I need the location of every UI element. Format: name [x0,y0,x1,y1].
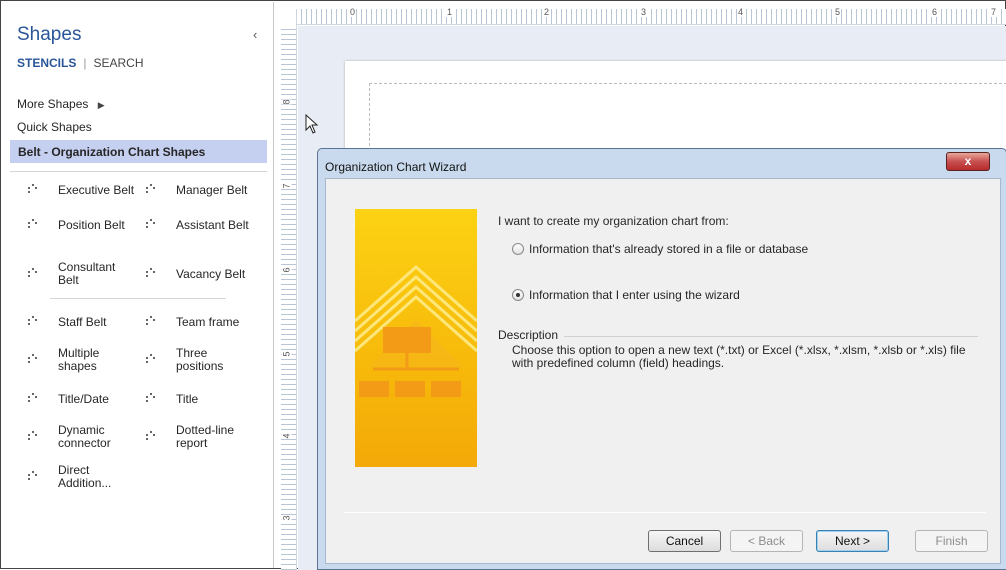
more-shapes-label: More Shapes [17,97,89,111]
shape-label: Direct Addition... [58,463,112,490]
shape-master-icon [142,180,162,200]
shape-master-icon [24,427,44,447]
shape-staff-belt[interactable]: Staff Belt [24,305,144,339]
shape-executive-belt[interactable]: Executive Belt [24,173,144,207]
finish-button[interactable]: Finish [915,530,988,552]
ruler-number: 1 [446,7,454,17]
shape-title[interactable]: Title [142,382,262,416]
ruler-number: 0 [349,7,357,17]
shape-master-icon [24,389,44,409]
shape-label: Dotted-line report [176,423,235,450]
collapse-pane-icon[interactable]: ‹ [253,27,257,42]
shape-master-icon [142,427,162,447]
mouse-pointer-icon [305,114,319,134]
shape-title-date[interactable]: Title/Date [24,382,144,416]
shape-label: Assistant Belt [176,217,249,232]
description-text: Choose this option to open a new text (*… [512,343,966,370]
shape-master-icon [24,350,44,370]
vertical-ruler: 8 7 6 5 4 3 [281,25,297,570]
shape-label: Title/Date [58,391,109,406]
ruler-number: 3 [640,7,648,17]
dialog-title: Organization Chart Wizard [325,160,467,174]
tab-divider: | [83,56,87,70]
stencil-belt-org-chart[interactable]: Belt - Organization Chart Shapes [10,140,267,163]
wizard-illustration [355,209,477,467]
shape-vacancy-belt[interactable]: Vacancy Belt [142,257,262,291]
dialog-body: I want to create my organization chart f… [325,178,1001,564]
option-label: Information that I enter using the wizar… [529,288,740,302]
shape-direct-addition[interactable]: Direct Addition... [24,460,144,494]
option-enter-using-wizard[interactable]: Information that I enter using the wizar… [512,288,740,302]
cancel-button[interactable]: Cancel [648,530,721,552]
pane-tabs: STENCILS | SEARCH [17,56,143,70]
shape-label: Manager Belt [176,182,248,197]
more-shapes-link[interactable]: More Shapes ▶ [17,97,105,111]
ruler-corner [281,9,297,25]
ruler-number: 2 [543,7,551,17]
shape-label: Multiple shapes [58,346,100,373]
shape-label: Vacancy Belt [176,266,246,281]
shape-label: Position Belt [58,217,125,232]
shape-master-icon [142,389,162,409]
back-button[interactable]: < Back [730,530,803,552]
quick-shapes-link[interactable]: Quick Shapes [17,120,92,134]
shape-master-icon [24,467,44,487]
option-label: Information that's already stored in a f… [529,242,809,256]
divider [50,298,226,299]
window: Shapes ‹ STENCILS | SEARCH More Shapes ▶ Q… [0,0,1006,570]
ruler-number: 4 [281,433,292,439]
ruler-number: 7 [281,183,292,189]
shape-master-icon [142,312,162,332]
close-button[interactable]: x [946,152,990,171]
shape-label: Staff Belt [58,314,107,329]
shape-three-positions[interactable]: Three positions [142,343,262,377]
shape-master-icon [24,215,44,235]
shape-label: Executive Belt [58,182,135,197]
shape-dynamic-connector[interactable]: Dynamic connector [24,420,144,454]
shape-position-belt[interactable]: Position Belt [24,208,144,242]
divider [10,171,267,172]
shape-master-icon [142,264,162,284]
ruler-number: 6 [931,7,939,17]
next-button[interactable]: Next > [816,530,889,552]
ruler-number: 5 [834,7,842,17]
shape-label: Title [176,391,199,406]
ruler-number: 4 [737,7,745,17]
shape-multiple-shapes[interactable]: Multiple shapes [24,343,144,377]
tab-stencils[interactable]: STENCILS [17,56,76,70]
description-heading: Description [498,328,559,342]
radio-button[interactable] [512,243,524,255]
shape-master-icon [142,215,162,235]
shape-label: Consultant Belt [58,260,116,287]
shape-manager-belt[interactable]: Manager Belt [142,173,262,207]
shapes-pane: Shapes ‹ STENCILS | SEARCH More Shapes ▶ Q… [2,2,274,568]
ruler-number: 3 [281,515,292,521]
shape-dotted-line-report[interactable]: Dotted-line report [142,420,262,454]
shape-master-icon [24,180,44,200]
ruler-number: 6 [281,267,292,273]
pane-title: Shapes [17,24,82,45]
shape-assistant-belt[interactable]: Assistant Belt [142,208,262,242]
radio-button-selected[interactable] [512,289,524,301]
shape-team-frame[interactable]: Team frame [142,305,262,339]
wizard-intro-text: I want to create my organization chart f… [498,214,729,228]
shape-master-icon [142,350,162,370]
shape-label: Dynamic connector [58,423,111,450]
org-chart-wizard-dialog: Organization Chart Wizard x I want to cr… [317,148,1006,570]
ruler-number: 5 [281,351,292,357]
ruler-number: 8 [281,99,292,105]
ruler-number: 7 [990,7,998,17]
shape-label: Three positions [176,346,224,373]
tab-search[interactable]: SEARCH [93,56,143,70]
shape-master-icon [24,264,44,284]
chevron-right-icon: ▶ [97,100,105,110]
option-existing-data[interactable]: Information that's already stored in a f… [512,242,808,256]
shape-consultant-belt[interactable]: Consultant Belt [24,257,134,291]
shape-master-icon [24,312,44,332]
shape-label: Team frame [176,314,240,329]
description-rule [564,336,978,337]
horizontal-ruler: 0 1 2 3 4 5 6 7 [281,7,1006,25]
button-separator [344,512,986,513]
